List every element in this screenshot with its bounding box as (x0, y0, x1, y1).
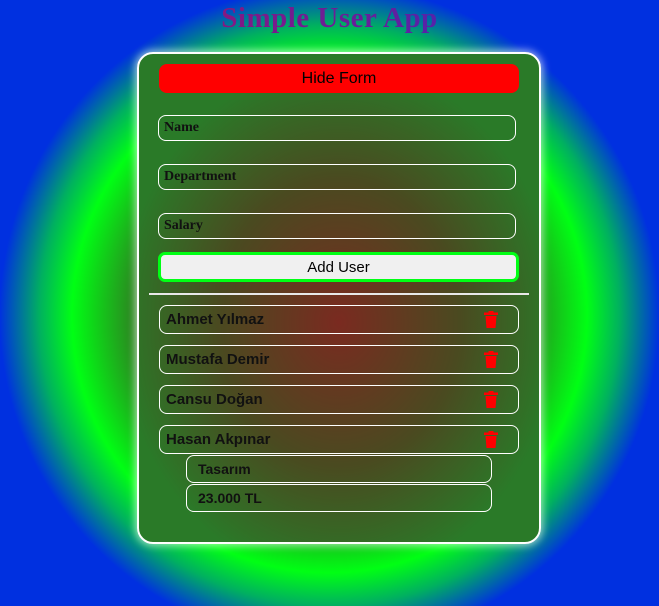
name-placeholder: Name (164, 120, 199, 135)
salary-input[interactable]: Salary (158, 213, 516, 239)
user-item[interactable]: Hasan Akpınar (159, 425, 519, 454)
user-name: Mustafa Demir (166, 351, 270, 368)
hide-form-button[interactable]: Hide Form (159, 64, 519, 93)
user-item[interactable]: Cansu Doğan (159, 385, 519, 414)
user-name: Hasan Akpınar (166, 431, 271, 448)
app-title: Simple User App (0, 2, 659, 35)
trash-icon[interactable] (484, 351, 498, 368)
add-user-button[interactable]: Add User (158, 252, 519, 282)
name-input[interactable]: Name (158, 115, 516, 141)
trash-icon[interactable] (484, 391, 498, 408)
trash-icon[interactable] (484, 431, 498, 448)
divider (149, 293, 529, 295)
user-department: Tasarım (186, 455, 492, 483)
trash-icon[interactable] (484, 311, 498, 328)
user-name: Ahmet Yılmaz (166, 311, 265, 328)
salary-placeholder: Salary (164, 218, 203, 233)
user-item[interactable]: Mustafa Demir (159, 345, 519, 374)
department-input[interactable]: Department (158, 164, 516, 190)
user-app-card: Hide Form Name Department Salary Add Use… (137, 52, 541, 544)
user-item[interactable]: Ahmet Yılmaz (159, 305, 519, 334)
department-placeholder: Department (164, 169, 237, 184)
user-salary: 23.000 TL (186, 484, 492, 512)
user-name: Cansu Doğan (166, 391, 263, 408)
